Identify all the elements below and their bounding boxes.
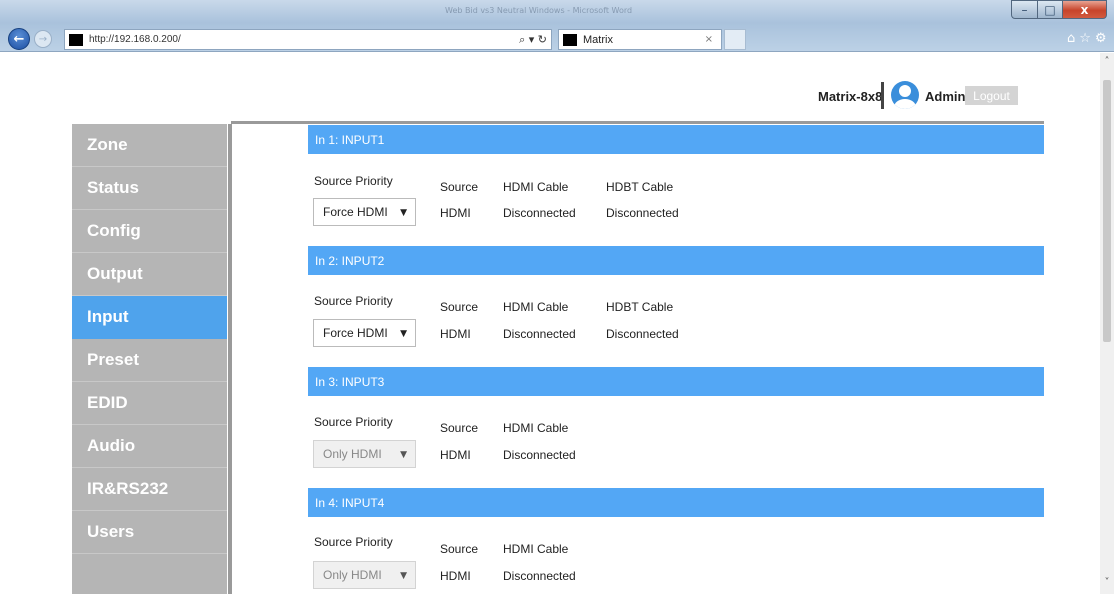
tab-title: Matrix bbox=[583, 33, 613, 46]
input-header: In 2: INPUT2 bbox=[308, 246, 1044, 275]
tab-close-icon[interactable]: × bbox=[705, 34, 713, 45]
forward-arrow-icon: → bbox=[38, 33, 48, 45]
source-priority-label: Source Priority bbox=[314, 535, 393, 549]
hdbt-cable-status: Disconnected bbox=[606, 206, 679, 220]
forward-button[interactable]: → bbox=[34, 30, 52, 48]
chevron-down-icon: ▼ bbox=[400, 571, 407, 581]
source-priority-select[interactable]: Force HDMI ▼ bbox=[313, 198, 416, 226]
hdmi-cable-status: Disconnected bbox=[503, 569, 576, 583]
select-value: Only HDMI bbox=[323, 568, 382, 582]
hdmi-cable-label: HDMI Cable bbox=[503, 421, 569, 435]
select-value: Force HDMI bbox=[323, 326, 388, 340]
source-label: Source bbox=[440, 421, 479, 435]
select-value: Only HDMI bbox=[323, 447, 382, 461]
window-title: Web Bid vs3 Neutral Windows - Microsoft … bbox=[445, 6, 633, 15]
nav-item-ir-rs232[interactable]: IR&RS232 bbox=[72, 468, 227, 511]
maximize-button[interactable]: □ bbox=[1037, 0, 1063, 19]
scroll-down-icon[interactable]: ˅ bbox=[1100, 577, 1114, 589]
hdbt-cable-status: Disconnected bbox=[606, 327, 679, 341]
nav-item-zone[interactable]: Zone bbox=[72, 124, 227, 167]
source-priority-select: Only HDMI ▼ bbox=[313, 440, 416, 468]
hdbt-cable-label: HDBT Cable bbox=[606, 180, 674, 194]
chevron-down-icon: ▼ bbox=[400, 329, 407, 339]
hdmi-cable-status: Disconnected bbox=[503, 448, 576, 462]
close-window-button[interactable]: x bbox=[1062, 0, 1107, 19]
source-priority-select: Only HDMI ▼ bbox=[313, 561, 416, 589]
nav-item-edid[interactable]: EDID bbox=[72, 382, 227, 425]
nav-item-status[interactable]: Status bbox=[72, 167, 227, 210]
user-avatar-icon bbox=[891, 81, 919, 109]
back-arrow-icon: ← bbox=[13, 31, 25, 47]
input-header: In 3: INPUT3 bbox=[308, 367, 1044, 396]
content-border bbox=[228, 124, 232, 594]
source-label: Source bbox=[440, 180, 479, 194]
source-value: HDMI bbox=[440, 448, 471, 462]
header-separator bbox=[881, 82, 884, 109]
device-name: Matrix-8x8 bbox=[818, 89, 883, 104]
hdmi-cable-status: Disconnected bbox=[503, 206, 576, 220]
scroll-thumb[interactable] bbox=[1103, 80, 1111, 342]
search-refresh-icons[interactable]: ⌕ ▾ ↻ bbox=[519, 33, 547, 47]
nav-item-output[interactable]: Output bbox=[72, 253, 227, 296]
input-header: In 4: INPUT4 bbox=[308, 488, 1044, 517]
browser-tab[interactable]: Matrix × bbox=[558, 29, 722, 50]
tab-favicon-icon bbox=[563, 33, 577, 46]
sidebar-nav: Zone Status Config Output Input Preset E… bbox=[72, 124, 227, 594]
scroll-up-icon[interactable]: ˄ bbox=[1100, 56, 1114, 68]
source-priority-label: Source Priority bbox=[314, 294, 393, 308]
nav-item-users[interactable]: Users bbox=[72, 511, 227, 554]
select-value: Force HDMI bbox=[323, 205, 388, 219]
hdmi-cable-label: HDMI Cable bbox=[503, 542, 569, 556]
site-favicon-icon bbox=[69, 33, 83, 46]
input-header: In 1: INPUT1 bbox=[308, 125, 1044, 154]
header-divider bbox=[231, 121, 1044, 124]
source-value: HDMI bbox=[440, 569, 471, 583]
hdmi-cable-label: HDMI Cable bbox=[503, 180, 569, 194]
source-priority-label: Source Priority bbox=[314, 174, 393, 188]
minimize-button[interactable]: – bbox=[1011, 0, 1038, 19]
nav-item-preset[interactable]: Preset bbox=[72, 339, 227, 382]
nav-item-config[interactable]: Config bbox=[72, 210, 227, 253]
hdbt-cable-label: HDBT Cable bbox=[606, 300, 674, 314]
source-value: HDMI bbox=[440, 206, 471, 220]
user-label: Admin bbox=[925, 89, 966, 104]
chevron-down-icon: ▼ bbox=[400, 450, 407, 460]
browser-chrome: Web Bid vs3 Neutral Windows - Microsoft … bbox=[0, 0, 1114, 52]
hdmi-cable-status: Disconnected bbox=[503, 327, 576, 341]
source-priority-label: Source Priority bbox=[314, 415, 393, 429]
logout-button[interactable]: Logout bbox=[965, 86, 1018, 105]
home-favorites-settings-icons[interactable]: ⌂☆⚙ bbox=[1067, 31, 1111, 46]
source-label: Source bbox=[440, 300, 479, 314]
address-bar[interactable]: http://192.168.0.200/ ⌕ ▾ ↻ bbox=[64, 29, 552, 50]
back-button[interactable]: ← bbox=[8, 28, 30, 50]
new-tab-button[interactable] bbox=[724, 29, 746, 50]
chevron-down-icon: ▼ bbox=[400, 208, 407, 218]
source-value: HDMI bbox=[440, 327, 471, 341]
nav-item-input[interactable]: Input bbox=[72, 296, 227, 339]
nav-item-audio[interactable]: Audio bbox=[72, 425, 227, 468]
source-priority-select[interactable]: Force HDMI ▼ bbox=[313, 319, 416, 347]
source-label: Source bbox=[440, 542, 479, 556]
hdmi-cable-label: HDMI Cable bbox=[503, 300, 569, 314]
address-text[interactable]: http://192.168.0.200/ bbox=[89, 34, 181, 45]
